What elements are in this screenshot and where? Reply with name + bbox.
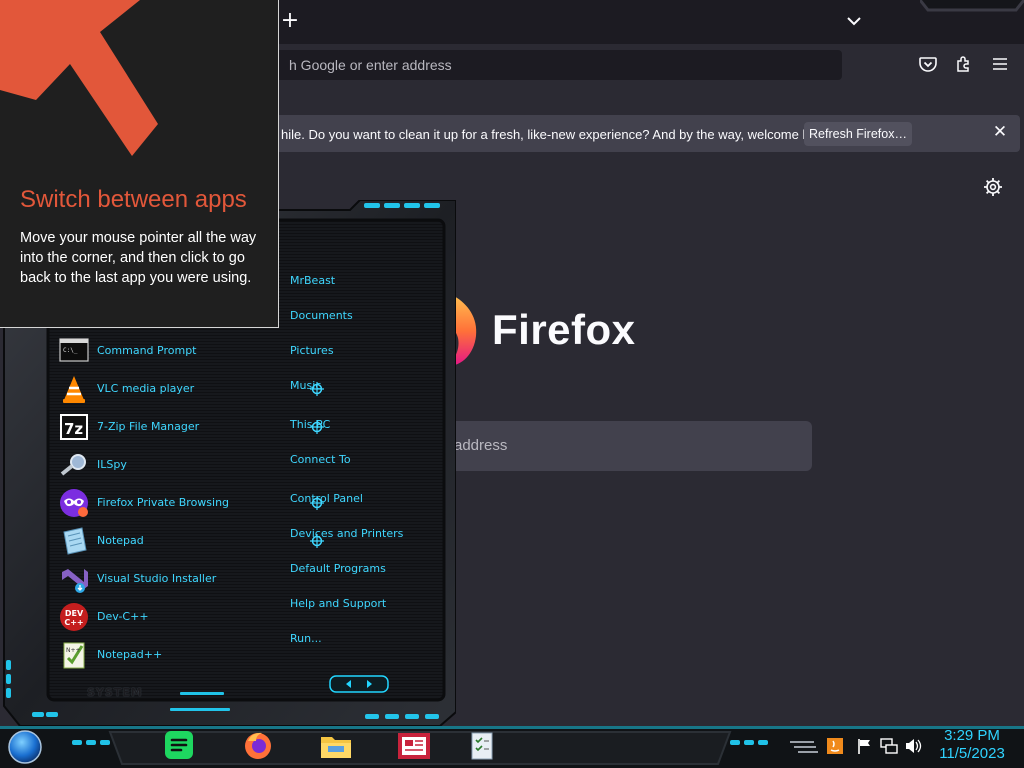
volume-icon[interactable] — [904, 737, 922, 755]
tip-body: Move your mouse pointer all the way into… — [20, 230, 257, 286]
program-item[interactable]: C:\_ Command Prompt — [52, 336, 272, 366]
notepad-icon — [63, 527, 87, 555]
program-item[interactable]: ILSpy — [52, 450, 272, 480]
network-icon[interactable] — [880, 737, 898, 755]
program-list: C:\_ Command Prompt VLC media player 7z … — [52, 328, 324, 700]
search-placeholder: address — [454, 437, 508, 454]
program-label: Firefox Private Browsing — [97, 496, 230, 509]
svg-text:DEV: DEV — [65, 609, 84, 618]
plus-icon: + — [280, 8, 300, 33]
program-label: Dev-C++ — [97, 610, 149, 623]
program-label: Notepad++ — [97, 648, 163, 661]
start-orb-icon[interactable] — [6, 729, 44, 765]
program-item[interactable]: Visual Studio Installer — [52, 564, 272, 594]
task-manager-icon[interactable] — [466, 731, 502, 761]
corner-arrow-icon — [0, 0, 158, 156]
vlc-icon — [63, 376, 85, 403]
action-center-flag-icon[interactable] — [856, 737, 874, 755]
link-control-panel[interactable]: Control Panel — [290, 492, 363, 505]
link-mrbeast[interactable]: MrBeast — [290, 274, 335, 287]
7zip-icon: 7z — [60, 414, 88, 440]
tip-overlay: Switch between apps Move your mouse poin… — [0, 0, 279, 328]
program-item[interactable]: 7z 7-Zip File Manager — [52, 412, 272, 442]
svg-text:N++: N++ — [66, 647, 81, 654]
notepadpp-icon: N++ — [63, 642, 85, 669]
program-label: Notepad — [97, 534, 144, 547]
devcpp-icon: DEVC++ — [60, 603, 88, 631]
pocket-icon[interactable] — [918, 54, 938, 74]
link-pictures[interactable]: Pictures — [290, 344, 334, 357]
tip-title: Switch between apps — [20, 186, 247, 213]
extensions-icon[interactable] — [954, 54, 974, 74]
clock-time: 3:29 PM — [944, 727, 1000, 744]
svg-text:C++: C++ — [64, 618, 83, 627]
link-this-pc[interactable]: This PC — [290, 418, 330, 431]
command-prompt-icon: C:\_ — [59, 338, 89, 362]
menu-icon[interactable] — [990, 54, 1010, 74]
java-update-icon[interactable] — [826, 737, 844, 755]
svg-text:C:\_: C:\_ — [63, 347, 78, 354]
link-connect-to[interactable]: Connect To — [290, 453, 351, 466]
new-tab-button[interactable]: + — [280, 9, 300, 33]
notification-text: hile. Do you want to clean it up for a f… — [281, 127, 834, 142]
program-item[interactable]: N++ Notepad++ — [52, 640, 272, 670]
file-explorer-icon[interactable] — [318, 731, 354, 761]
firefox-private-icon — [60, 489, 88, 517]
svg-text:7z: 7z — [64, 420, 83, 438]
program-item[interactable]: Notepad — [52, 526, 272, 556]
program-label: ILSpy — [97, 458, 127, 471]
link-documents[interactable]: Documents — [290, 309, 353, 322]
taskbar-clock[interactable]: 3:29 PM 11/5/2023 — [930, 727, 1014, 763]
link-run[interactable]: Run... — [290, 632, 322, 645]
address-placeholder: h Google or enter address — [289, 57, 452, 73]
news-app-icon[interactable] — [396, 731, 432, 761]
link-help-and-support[interactable]: Help and Support — [290, 597, 386, 610]
ilspy-icon — [60, 454, 86, 476]
firefox-wordmark: Firefox — [492, 306, 636, 353]
link-default-programs[interactable]: Default Programs — [290, 562, 386, 575]
program-item[interactable]: DEV C++ Dev-C++ — [52, 602, 272, 632]
firefox-icon[interactable] — [240, 731, 276, 761]
program-item[interactable]: Firefox Private Browsing — [52, 488, 272, 518]
link-music[interactable]: Music — [290, 379, 321, 392]
program-label: Command Prompt — [97, 344, 197, 357]
refresh-firefox-button[interactable]: Refresh Firefox… — [804, 122, 912, 146]
program-label: 7-Zip File Manager — [97, 420, 200, 433]
visual-studio-installer-icon — [62, 569, 88, 593]
window-corner-decoration — [920, 0, 1024, 12]
program-label: Visual Studio Installer — [97, 572, 217, 585]
gear-icon[interactable] — [982, 176, 1004, 198]
program-label: VLC media player — [97, 382, 195, 395]
spotify-icon[interactable] — [161, 731, 197, 761]
program-item[interactable]: VLC media player — [52, 374, 272, 404]
close-icon[interactable]: ✕ — [990, 122, 1010, 142]
clock-date: 11/5/2023 — [939, 745, 1005, 762]
chevron-down-icon[interactable] — [843, 10, 865, 32]
link-devices-and-printers[interactable]: Devices and Printers — [290, 527, 403, 540]
